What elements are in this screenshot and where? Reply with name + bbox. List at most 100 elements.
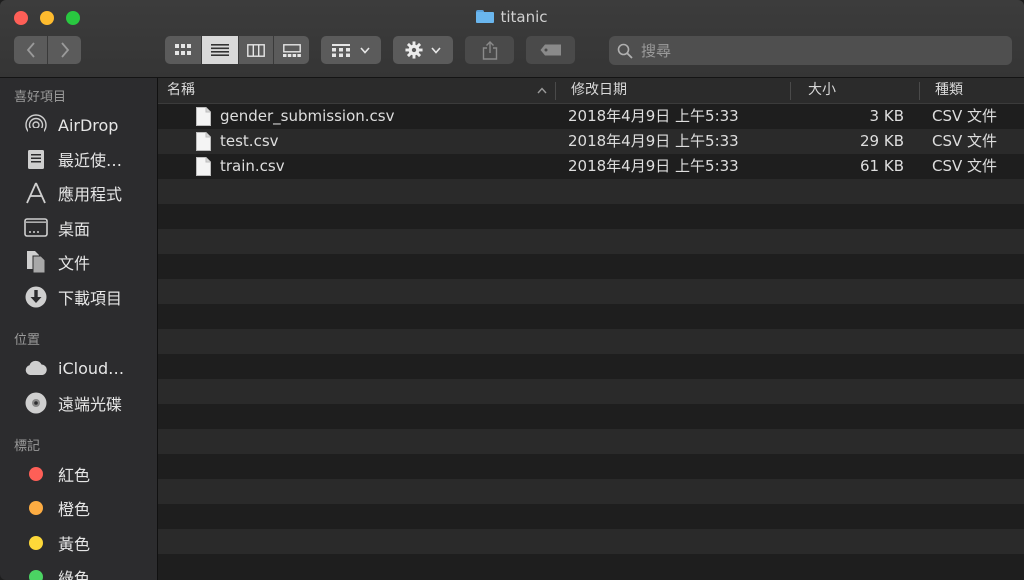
sidebar-item-remote-disc[interactable]: 遠端光碟 bbox=[24, 388, 154, 418]
sidebar-item-label: 最近使… bbox=[58, 151, 123, 170]
file-size: 3 KB bbox=[869, 107, 904, 125]
group-by-button[interactable] bbox=[321, 36, 381, 64]
empty-row bbox=[158, 379, 1024, 404]
back-button[interactable] bbox=[14, 36, 48, 64]
sidebar-item-desktop[interactable]: 桌面 bbox=[24, 213, 154, 243]
file-name: train.csv bbox=[220, 157, 285, 175]
icon-grid-icon bbox=[175, 44, 191, 55]
sidebar-item-downloads[interactable]: 下載項目 bbox=[24, 282, 154, 312]
column-header-date-label: 修改日期 bbox=[571, 82, 627, 98]
file-row[interactable]: train.csv 2018年4月9日 上午5:33 61 KB CSV 文件 bbox=[158, 154, 1024, 179]
column-header-row: 名稱 修改日期 大小 種類 bbox=[158, 78, 1024, 104]
sidebar-item-label: AirDrop bbox=[58, 115, 119, 135]
sidebar-item-label: 應用程式 bbox=[58, 185, 123, 204]
list-view-button[interactable] bbox=[202, 36, 239, 64]
column-header-date[interactable]: 修改日期 bbox=[562, 78, 790, 103]
window-title-text: titanic bbox=[500, 8, 548, 26]
empty-row bbox=[158, 429, 1024, 454]
sidebar-section-favorites: 喜好項目 bbox=[14, 90, 67, 105]
icon-view-button[interactable] bbox=[165, 36, 202, 64]
column-view-icon bbox=[247, 43, 265, 57]
remote-disc-icon bbox=[24, 391, 48, 415]
empty-row bbox=[158, 529, 1024, 554]
sidebar-item-tag-orange[interactable]: 橙色 bbox=[24, 493, 154, 523]
file-size: 61 KB bbox=[860, 157, 904, 175]
sort-ascending-icon bbox=[537, 87, 547, 94]
tag-color-dot bbox=[29, 467, 43, 481]
file-kind: CSV 文件 bbox=[932, 132, 998, 150]
sidebar-item-tag-green[interactable]: 綠色 bbox=[24, 562, 154, 580]
edit-tags-button[interactable] bbox=[526, 36, 575, 64]
icloud-icon bbox=[24, 356, 48, 380]
sidebar-item-icloud[interactable]: iCloud… bbox=[24, 353, 154, 383]
tag-orange-dot-wrap bbox=[24, 496, 48, 520]
airdrop-icon bbox=[24, 113, 48, 137]
group-grid-icon bbox=[332, 43, 350, 57]
search-icon bbox=[617, 43, 633, 59]
empty-row bbox=[158, 554, 1024, 579]
desktop-icon bbox=[24, 216, 48, 240]
document-icon bbox=[196, 157, 211, 176]
file-kind: CSV 文件 bbox=[932, 157, 998, 175]
share-button[interactable] bbox=[465, 36, 514, 64]
chevron-down-icon bbox=[431, 46, 441, 54]
chevron-right-icon bbox=[60, 42, 69, 58]
sidebar: 喜好項目 AirDrop 最近使… 應用程式 桌面 文件 下載項目 位置 iCl… bbox=[0, 78, 158, 580]
share-icon bbox=[482, 40, 497, 60]
sidebar-item-label: 橙色 bbox=[58, 500, 91, 519]
gallery-view-icon bbox=[282, 43, 301, 57]
file-kind: CSV 文件 bbox=[932, 107, 998, 125]
sidebar-item-tag-yellow[interactable]: 黃色 bbox=[24, 528, 154, 558]
column-header-size[interactable]: 大小 bbox=[799, 78, 919, 103]
sidebar-item-label: 黃色 bbox=[58, 535, 91, 554]
column-divider[interactable] bbox=[790, 82, 791, 100]
column-divider[interactable] bbox=[555, 82, 556, 100]
tag-yellow-dot-wrap bbox=[24, 531, 48, 555]
forward-button[interactable] bbox=[48, 36, 81, 64]
applications-icon bbox=[24, 181, 48, 205]
sidebar-item-label: 綠色 bbox=[58, 569, 91, 580]
column-header-kind[interactable]: 種類 bbox=[926, 78, 1024, 103]
list-view-icon bbox=[211, 44, 229, 56]
window-title: titanic bbox=[0, 8, 1024, 26]
column-header-name-label: 名稱 bbox=[167, 82, 195, 98]
search-field[interactable] bbox=[609, 36, 1012, 65]
search-input[interactable] bbox=[639, 40, 1003, 61]
sidebar-item-label: iCloud… bbox=[58, 358, 125, 378]
sidebar-item-tag-red[interactable]: 紅色 bbox=[24, 459, 154, 489]
tag-color-dot bbox=[29, 536, 43, 550]
column-view-button[interactable] bbox=[239, 36, 274, 64]
gallery-view-button[interactable] bbox=[274, 36, 309, 64]
empty-row bbox=[158, 504, 1024, 529]
file-date-modified: 2018年4月9日 上午5:33 bbox=[568, 132, 739, 150]
folder-icon bbox=[476, 10, 495, 23]
view-mode-control bbox=[165, 36, 309, 64]
column-divider[interactable] bbox=[919, 82, 920, 100]
downloads-icon bbox=[24, 285, 48, 309]
sidebar-item-applications[interactable]: 應用程式 bbox=[24, 178, 154, 208]
sidebar-item-documents[interactable]: 文件 bbox=[24, 247, 154, 277]
file-row[interactable]: test.csv 2018年4月9日 上午5:33 29 KB CSV 文件 bbox=[158, 129, 1024, 154]
empty-row bbox=[158, 354, 1024, 379]
empty-row bbox=[158, 179, 1024, 204]
empty-row bbox=[158, 304, 1024, 329]
document-icon bbox=[196, 107, 211, 126]
sidebar-item-airdrop[interactable]: AirDrop bbox=[24, 110, 154, 140]
sidebar-section-locations: 位置 bbox=[14, 333, 41, 348]
finder-window: titanic 搜尋 喜好項目 AirDrop 最近使… 應用程式 桌面 文件 … bbox=[0, 0, 1024, 580]
column-header-name[interactable]: 名稱 bbox=[158, 78, 555, 103]
file-row[interactable]: gender_submission.csv 2018年4月9日 上午5:33 3 K… bbox=[158, 104, 1024, 129]
nav-buttons bbox=[14, 36, 81, 64]
action-menu-button[interactable] bbox=[393, 36, 453, 64]
empty-row bbox=[158, 204, 1024, 229]
file-size: 29 KB bbox=[860, 132, 904, 150]
file-date-modified: 2018年4月9日 上午5:33 bbox=[568, 157, 739, 175]
titlebar: titanic bbox=[0, 0, 1024, 78]
empty-row bbox=[158, 454, 1024, 479]
file-name: test.csv bbox=[220, 132, 279, 150]
tag-green-dot-wrap bbox=[24, 565, 48, 580]
documents-icon bbox=[24, 250, 48, 274]
empty-row bbox=[158, 229, 1024, 254]
file-date-modified: 2018年4月9日 上午5:33 bbox=[568, 107, 739, 125]
sidebar-item-recents[interactable]: 最近使… bbox=[24, 144, 154, 174]
